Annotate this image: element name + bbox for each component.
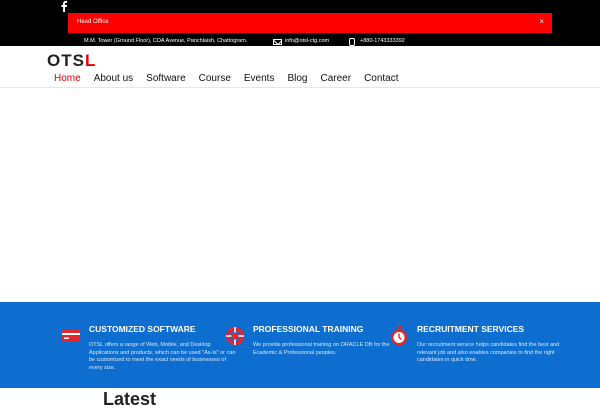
nav-item-course[interactable]: Course (199, 73, 231, 84)
service-description: Our recruitment service helps candidates… (417, 342, 560, 363)
phone-link[interactable]: +880-1743333392 (360, 38, 405, 44)
service-title: PROFESSIONAL TRAINING (253, 324, 364, 334)
alert-text: Head Office (77, 19, 109, 25)
services-section: CUSTOMIZED SOFTWARE OTSL offers a range … (0, 302, 600, 388)
lifebuoy-icon (226, 327, 244, 345)
email-link[interactable]: info@otsl-ctg.com (285, 38, 329, 44)
hero-slider-area (0, 88, 600, 302)
latest-section: Latest (0, 388, 600, 408)
site-logo[interactable]: OTSL (47, 51, 96, 71)
address-text: M.M. Tower (Ground Floor), CDA Avenue, P… (84, 38, 248, 44)
credit-card-icon (62, 330, 80, 342)
service-title: CUSTOMIZED SOFTWARE (89, 324, 196, 334)
facebook-icon[interactable] (59, 0, 69, 12)
head-office-alert: Head Office × (68, 13, 552, 33)
service-description: OTSL offers a range of Web, Mobile, and … (89, 342, 236, 371)
stopwatch-icon (391, 326, 407, 346)
nav-item-career[interactable]: Career (320, 73, 351, 84)
nav-item-home[interactable]: Home (54, 73, 81, 84)
top-bar: Head Office × M.M. Tower (Ground Floor),… (0, 0, 600, 46)
nav-item-events[interactable]: Events (244, 73, 275, 84)
close-icon[interactable]: × (539, 17, 544, 26)
nav-item-blog[interactable]: Blog (287, 73, 307, 84)
nav-item-software[interactable]: Software (146, 73, 185, 84)
service-title: RECRUITMENT SERVICES (417, 324, 525, 334)
service-description: We provide professional training on ORAC… (253, 342, 390, 356)
section-heading: Latest (103, 389, 157, 409)
main-navbar: OTSL Home About us Software Course Event… (0, 46, 600, 88)
mail-icon (273, 39, 282, 45)
nav-menu: Home About us Software Course Events Blo… (54, 73, 412, 84)
nav-item-contact[interactable]: Contact (364, 73, 398, 84)
nav-item-about-us[interactable]: About us (94, 73, 133, 84)
phone-icon (349, 38, 355, 46)
